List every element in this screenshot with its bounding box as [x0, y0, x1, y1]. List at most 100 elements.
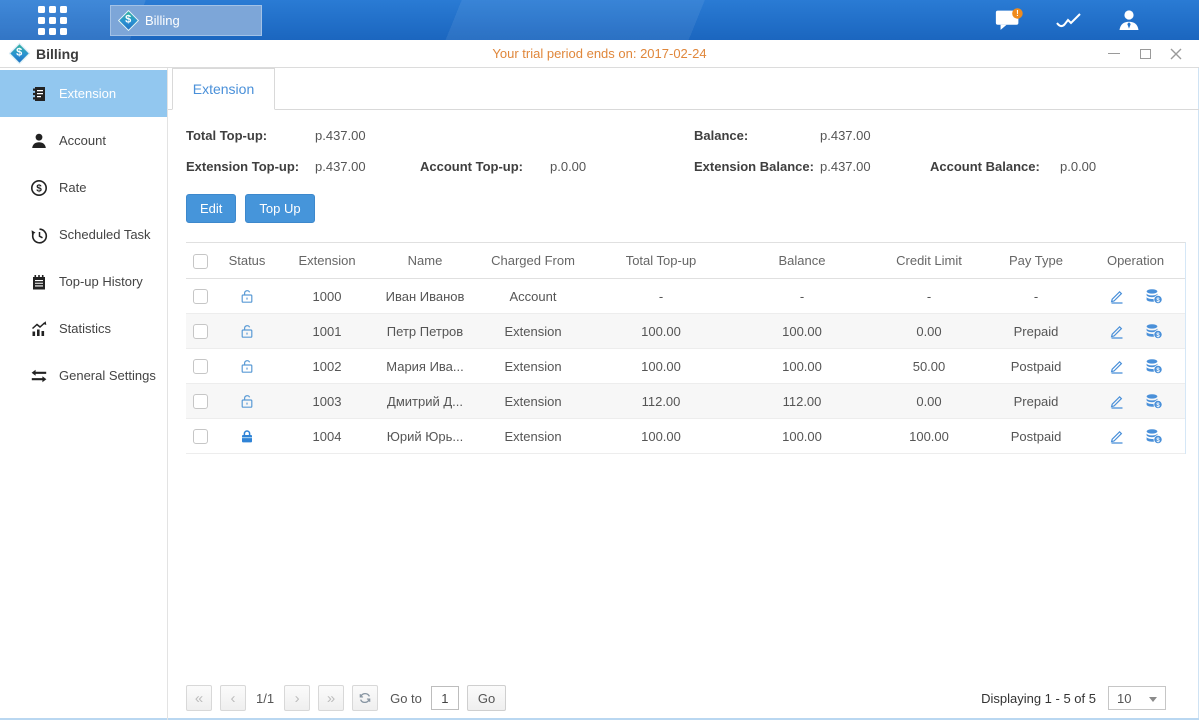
sidebar-item-label: Account [59, 133, 106, 148]
topup-row-icon[interactable]: $ [1145, 428, 1163, 444]
row-checkbox[interactable] [193, 289, 208, 304]
sidebar-item-general-settings[interactable]: General Settings [0, 352, 167, 399]
extension-topup-label: Extension Top-up: [186, 151, 299, 182]
topup-row-icon[interactable]: $ [1145, 358, 1163, 374]
cell-credit-limit: 50.00 [872, 359, 986, 374]
person-icon [30, 132, 48, 150]
sidebar-item-statistics[interactable]: Statistics [0, 305, 167, 352]
account-balance-label: Account Balance: [930, 151, 1040, 182]
balance-value: p.437.00 [820, 120, 871, 151]
col-pay-type: Pay Type [986, 253, 1086, 268]
main-content: Extension Total Top-up: p.437.00 Balance… [168, 68, 1199, 720]
goto-page-input[interactable] [431, 686, 459, 710]
sidebar-item-topup-history[interactable]: Top-up History [0, 258, 167, 305]
cell-extension: 1003 [280, 394, 374, 409]
edit-row-icon[interactable] [1109, 358, 1125, 374]
extension-balance-label: Extension Balance: [694, 151, 814, 182]
maximize-icon[interactable] [1138, 47, 1152, 61]
cell-name: Юрий Юрь... [374, 429, 476, 444]
cell-credit-limit: 0.00 [872, 394, 986, 409]
billing-diamond-icon: $ [118, 9, 139, 30]
refresh-button[interactable] [352, 685, 378, 711]
status-lock-icon[interactable] [214, 288, 280, 305]
page-indicator: 1/1 [256, 691, 274, 706]
select-all-checkbox[interactable] [193, 254, 208, 269]
cell-extension: 1004 [280, 429, 374, 444]
cell-total-topup: 100.00 [590, 429, 732, 444]
edit-button[interactable]: Edit [186, 194, 236, 223]
col-name: Name [374, 253, 476, 268]
cell-total-topup: 100.00 [590, 359, 732, 374]
cell-balance: - [732, 289, 872, 304]
dollar-circle-icon: $ [30, 179, 48, 197]
account-topup-label: Account Top-up: [420, 151, 523, 182]
sidebar-item-account[interactable]: Account [0, 117, 167, 164]
cell-credit-limit: - [872, 289, 986, 304]
status-lock-icon[interactable] [214, 393, 280, 410]
svg-text:$: $ [36, 183, 42, 194]
row-checkbox[interactable] [193, 324, 208, 339]
bar-chart-icon [30, 320, 48, 338]
edit-row-icon[interactable] [1109, 288, 1125, 304]
status-lock-icon[interactable] [214, 358, 280, 375]
minimize-icon[interactable] [1107, 47, 1121, 61]
prev-page-button[interactable]: ‹ [220, 685, 246, 711]
topup-row-icon[interactable]: $ [1145, 323, 1163, 339]
ledger-icon [30, 85, 48, 103]
cell-total-topup: 112.00 [590, 394, 732, 409]
row-checkbox[interactable] [193, 429, 208, 444]
toolbar: Edit Top Up [186, 194, 1186, 223]
first-page-button[interactable]: « [186, 685, 212, 711]
window-title: Billing [36, 46, 79, 62]
table-row: 1000 Иван Иванов Account - - - - $ [186, 279, 1185, 314]
page-size-select[interactable]: 10 [1108, 686, 1166, 710]
topup-row-icon[interactable]: $ [1145, 393, 1163, 409]
close-icon[interactable] [1169, 47, 1183, 61]
sidebar-item-label: Top-up History [59, 274, 143, 289]
edit-row-icon[interactable] [1109, 393, 1125, 409]
extension-balance-value: p.437.00 [820, 151, 871, 182]
billing-diamond-icon: $ [9, 43, 30, 64]
edit-row-icon[interactable] [1109, 428, 1125, 444]
billing-app-window: $ Billing ! [0, 0, 1199, 720]
cell-name: Иван Иванов [374, 289, 476, 304]
next-page-button[interactable]: › [284, 685, 310, 711]
sidebar-item-extension[interactable]: Extension [0, 70, 167, 117]
row-checkbox[interactable] [193, 394, 208, 409]
transfer-arrows-icon [30, 367, 48, 385]
row-checkbox[interactable] [193, 359, 208, 374]
extensions-table: Status Extension Name Charged From Total… [186, 242, 1186, 454]
statistics-chart-icon[interactable] [1054, 7, 1084, 33]
cell-name: Петр Петров [374, 324, 476, 339]
app-tab-billing[interactable]: $ Billing [110, 5, 262, 36]
sidebar-item-label: Extension [59, 86, 116, 101]
status-lock-icon[interactable] [214, 428, 280, 445]
last-page-button[interactable]: » [318, 685, 344, 711]
sidebar-item-label: General Settings [59, 368, 156, 383]
cell-pay-type: Postpaid [986, 429, 1086, 444]
apps-grid-icon[interactable] [34, 5, 70, 35]
cell-extension: 1001 [280, 324, 374, 339]
trial-notice: Your trial period ends on: 2017-02-24 [0, 46, 1199, 61]
topup-button[interactable]: Top Up [245, 194, 314, 223]
edit-row-icon[interactable] [1109, 323, 1125, 339]
cell-charged-from: Extension [476, 394, 590, 409]
cell-balance: 100.00 [732, 359, 872, 374]
col-balance: Balance [732, 253, 872, 268]
cell-pay-type: Prepaid [986, 324, 1086, 339]
user-icon[interactable] [1114, 7, 1144, 33]
tab-extension[interactable]: Extension [172, 68, 275, 110]
sidebar-item-label: Rate [59, 180, 86, 195]
table-row: 1002 Мария Ива... Extension 100.00 100.0… [186, 349, 1185, 384]
go-button[interactable]: Go [467, 685, 506, 711]
status-lock-icon[interactable] [214, 323, 280, 340]
cell-extension: 1002 [280, 359, 374, 374]
extension-topup-value: p.437.00 [315, 151, 366, 182]
sidebar-item-rate[interactable]: $ Rate [0, 164, 167, 211]
displaying-text: Displaying 1 - 5 of 5 [981, 691, 1096, 706]
cell-total-topup: - [590, 289, 732, 304]
messages-icon[interactable]: ! [994, 7, 1024, 33]
balance-label: Balance: [694, 120, 748, 151]
sidebar-item-scheduled-task[interactable]: Scheduled Task [0, 211, 167, 258]
topup-row-icon[interactable]: $ [1145, 288, 1163, 304]
